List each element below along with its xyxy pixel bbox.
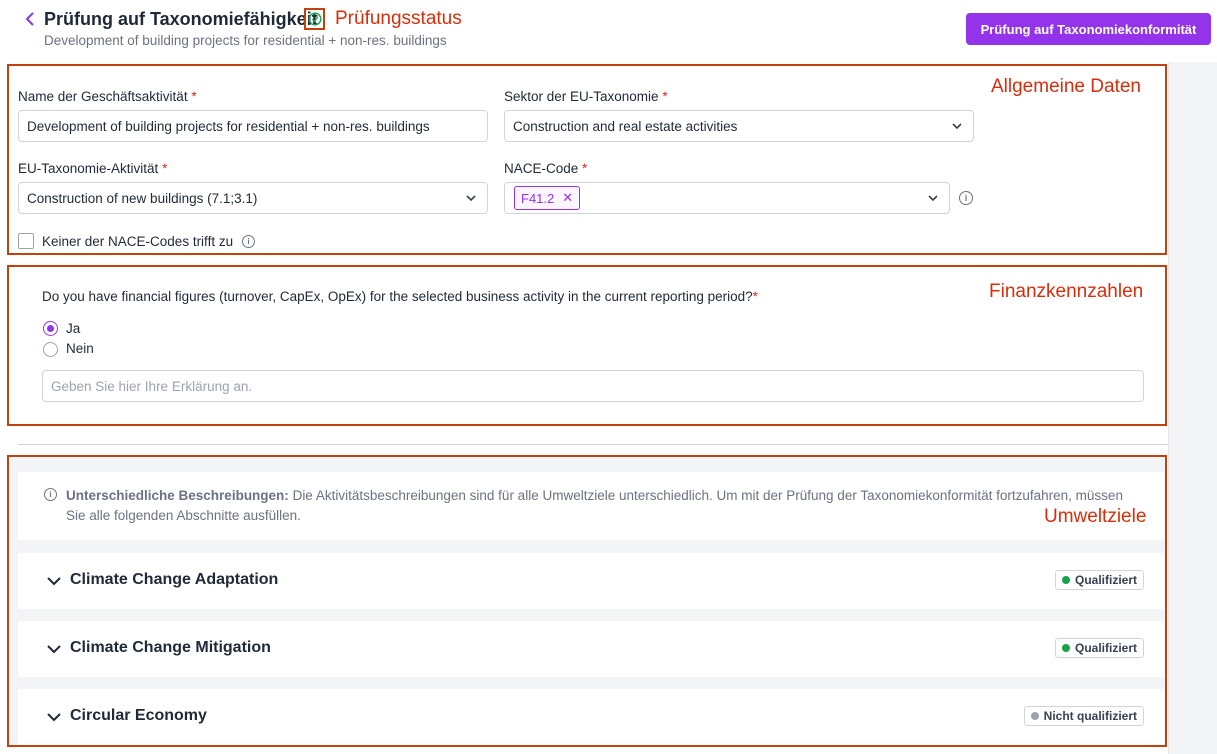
radio-nein-label: Nein [66,341,94,356]
section-divider [18,444,1168,445]
sector-select[interactable]: Construction and real estate activities [504,110,974,142]
taxonomy-conformity-button[interactable]: Prüfung auf Taxonomiekonformität [966,13,1211,45]
check-circle-icon [304,8,325,30]
remove-chip-icon[interactable]: ✕ [562,190,573,206]
radio-nein[interactable] [43,342,58,357]
page-header: Prüfung auf Taxonomiefähigkeit Prüfungss… [0,0,1217,62]
info-icon[interactable]: i [242,235,255,248]
info-icon[interactable]: i [959,191,973,205]
chevron-down-icon [466,195,476,202]
environmental-annotation: Umweltziele [1044,506,1147,527]
status-annotation: Prüfungsstatus [335,8,462,29]
nace-select[interactable]: F41.2 ✕ [504,182,950,214]
nace-label: NACE-Code * [504,161,588,176]
radio-ja-label: Ja [66,321,81,336]
nace-chip: F41.2 ✕ [514,186,581,210]
activity-name-label: Name der Geschäftsaktivität * [18,89,197,104]
chevron-down-icon [928,195,938,202]
nace-chip-label: F41.2 [521,190,555,206]
radio-ja[interactable] [43,321,58,336]
no-nace-checkbox[interactable] [18,233,34,249]
eu-activity-select[interactable]: Construction of new buildings (7.1;3.1) [18,182,488,214]
environmental-annotation-box [7,455,1167,747]
page-title: Prüfung auf Taxonomiefähigkeit [44,9,318,29]
page-background-strip [1168,62,1217,754]
activity-name-field[interactable]: Development of building projects for res… [18,110,488,142]
eu-activity-value: Construction of new buildings (7.1;3.1) [27,190,258,206]
activity-name-value: Development of building projects for res… [27,118,430,134]
financial-figures-question: Do you have financial figures (turnover,… [42,289,758,304]
chevron-left-icon[interactable] [24,9,40,29]
page-subtitle: Development of building projects for res… [44,33,447,48]
no-nace-label: Keiner der NACE-Codes trifft zu [42,234,234,249]
finance-annotation: Finanzkennzahlen [989,281,1144,302]
sector-label: Sektor der EU-Taxonomie * [504,89,668,104]
general-data-annotation: Allgemeine Daten [991,76,1141,97]
explanation-input[interactable] [42,370,1144,402]
eu-activity-label: EU-Taxonomie-Aktivität * [18,161,168,176]
chevron-down-icon [952,123,962,130]
sector-value: Construction and real estate activities [513,118,738,134]
